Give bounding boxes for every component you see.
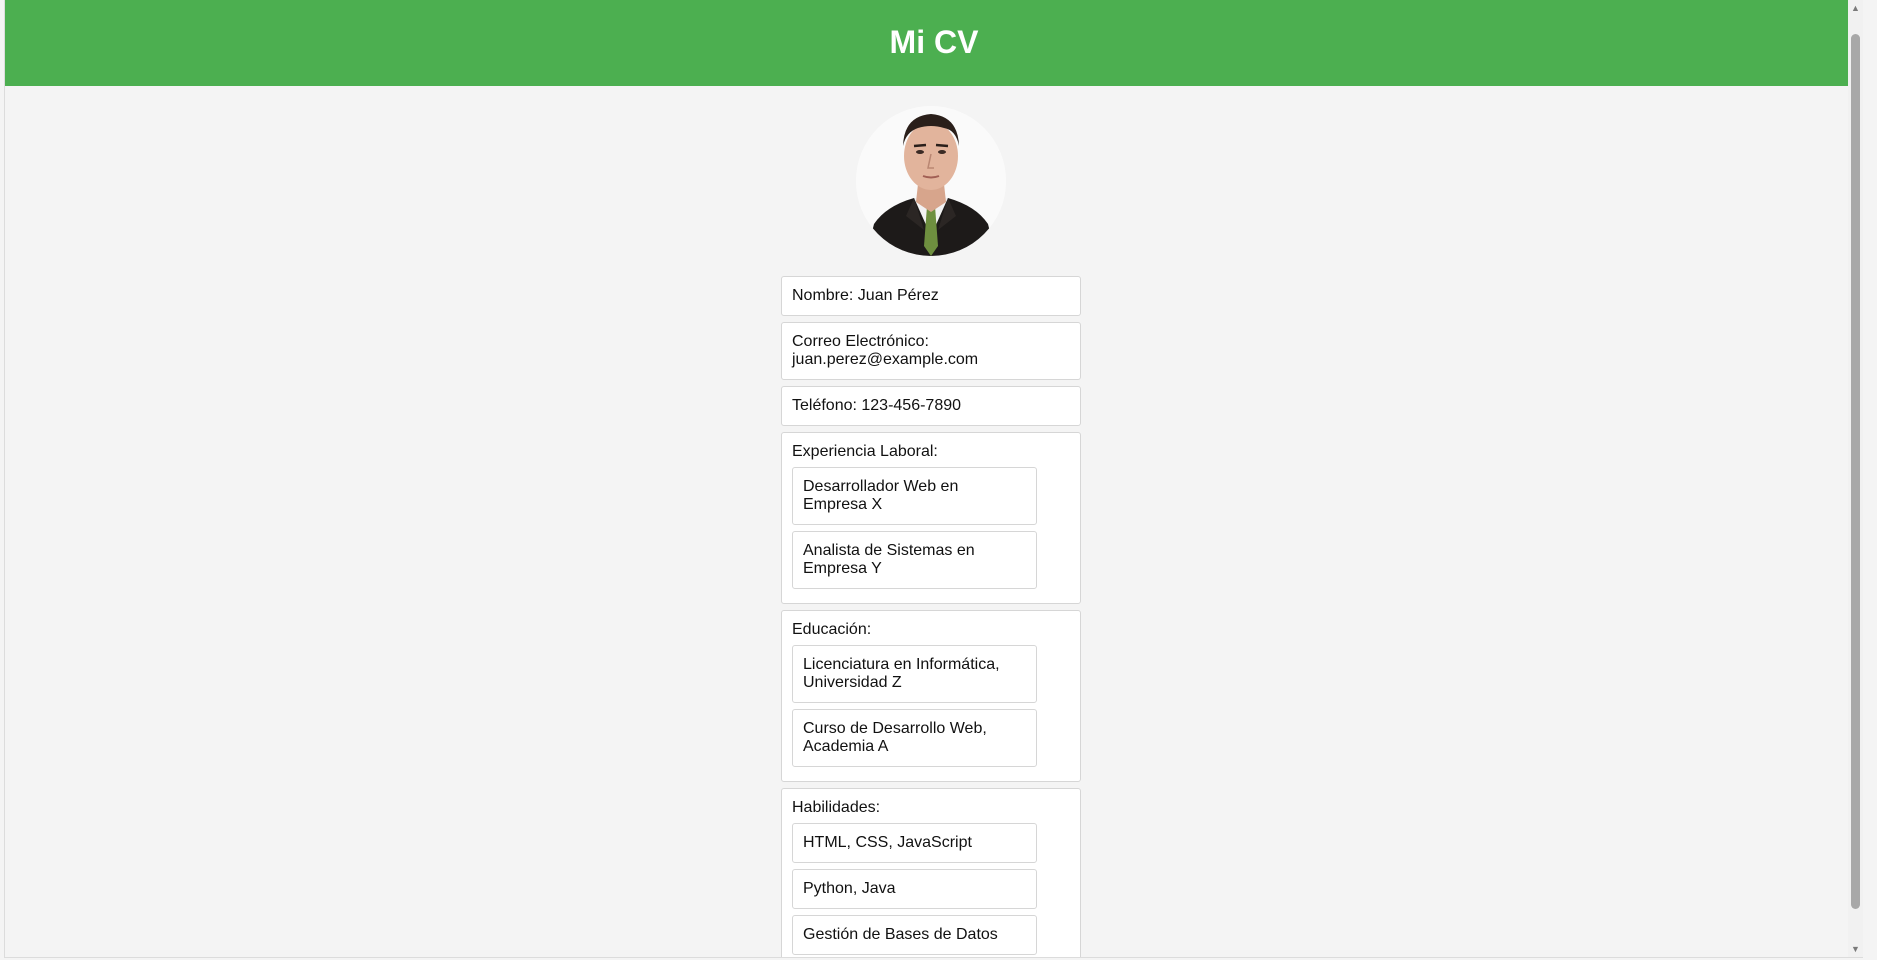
education-section: Educación: Licenciatura en Informática, … (781, 610, 1081, 782)
skill-item: HTML, CSS, JavaScript (792, 823, 1037, 863)
education-title: Educación: (792, 621, 872, 638)
skills-section: Habilidades: HTML, CSS, JavaScript Pytho… (781, 788, 1081, 957)
skill-item: Gestión de Bases de Datos (792, 915, 1037, 955)
page-title: Mi CV (889, 23, 979, 60)
experience-item: Analista de Sistemas en Empresa Y (792, 531, 1037, 589)
name-text: Nombre: Juan Pérez (792, 287, 939, 304)
email-label: Correo Electrónico: (792, 333, 929, 350)
cv-content: Nombre: Juan Pérez Correo Electrónico: j… (781, 86, 1081, 957)
skills-title: Habilidades: (792, 799, 881, 816)
name-field: Nombre: Juan Pérez (781, 276, 1081, 316)
scroll-down-icon[interactable]: ▼ (1848, 941, 1863, 957)
page-viewport: Mi CV Nombre: Juan Pérez Correo Electrón… (4, 0, 1863, 958)
email-field: Correo Electrónico: juan.perez@example.c… (781, 322, 1081, 380)
experience-section: Experiencia Laboral: Desarrollador Web e… (781, 432, 1081, 604)
skill-item: Python, Java (792, 869, 1037, 909)
experience-item: Desarrollador Web en Empresa X (792, 467, 1037, 525)
vertical-scrollbar[interactable]: ▲ ▼ (1848, 0, 1863, 957)
email-value: juan.perez@example.com (792, 351, 979, 368)
phone-text: Teléfono: 123-456-7890 (792, 397, 962, 414)
scrollbar-thumb[interactable] (1851, 34, 1860, 909)
person-portrait-icon (856, 106, 1006, 256)
education-item: Curso de Desarrollo Web, Academia A (792, 709, 1037, 767)
profile-photo (856, 106, 1006, 256)
education-item: Licenciatura en Informática, Universidad… (792, 645, 1037, 703)
phone-field: Teléfono: 123-456-7890 (781, 386, 1081, 426)
avatar-container (781, 106, 1081, 256)
experience-title: Experiencia Laboral: (792, 443, 938, 460)
scroll-up-icon[interactable]: ▲ (1848, 0, 1863, 16)
page-header: Mi CV (5, 0, 1863, 86)
